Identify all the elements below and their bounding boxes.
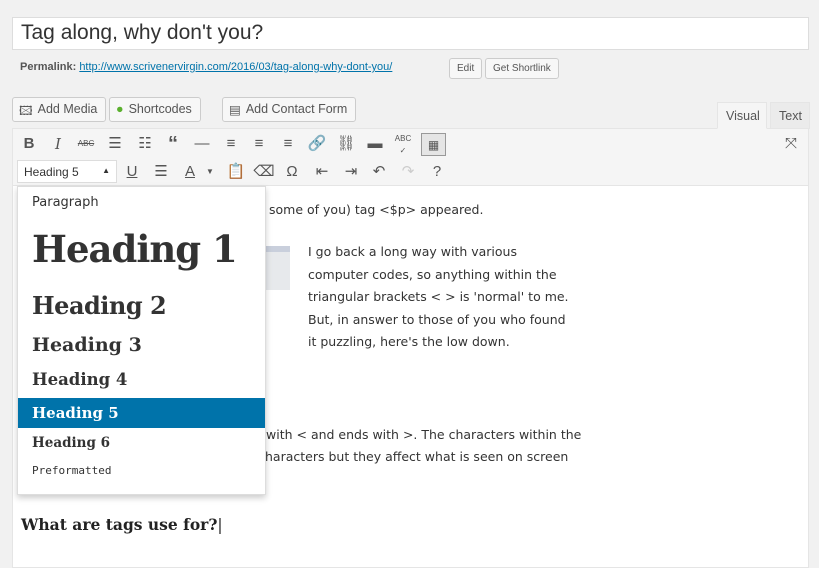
tab-visual[interactable]: Visual bbox=[717, 102, 767, 129]
paragraph-line: it puzzling, here's the low down. bbox=[308, 334, 510, 349]
strikethrough-icon[interactable]: ABC bbox=[75, 133, 97, 155]
blockquote-icon[interactable]: “ bbox=[162, 133, 184, 155]
form-icon: ▤ bbox=[229, 103, 241, 117]
underline-icon[interactable]: U bbox=[121, 161, 143, 183]
clear-formatting-icon[interactable]: ⌫ bbox=[253, 161, 275, 183]
post-title-input[interactable]: Tag along, why don't you? bbox=[12, 17, 809, 50]
menu-item-heading-3[interactable]: Heading 3 bbox=[18, 334, 265, 356]
indent-icon[interactable]: ⇥ bbox=[340, 161, 362, 183]
menu-item-heading-6[interactable]: Heading 6 bbox=[18, 435, 265, 451]
shortcodes-label: Shortcodes bbox=[128, 102, 192, 116]
permalink-link[interactable]: http://www.scrivenervirgin.com/2016/03/t… bbox=[79, 61, 392, 73]
content-line: haracters but they affect what is seen o… bbox=[265, 449, 569, 464]
media-icon: 🖾 bbox=[19, 104, 33, 118]
link-icon[interactable]: 🔗 bbox=[306, 133, 328, 155]
numbered-list-icon[interactable]: ☷ bbox=[134, 133, 156, 155]
help-icon[interactable]: ? bbox=[426, 161, 448, 183]
paragraph-line: I go back a long way with various bbox=[308, 244, 517, 259]
permalink: Permalink: http://www.scrivenervirgin.co… bbox=[20, 61, 392, 73]
edit-permalink-button[interactable]: Edit bbox=[449, 58, 483, 79]
undo-icon[interactable]: ↶ bbox=[368, 161, 390, 183]
align-right-icon[interactable]: ≡ bbox=[277, 133, 299, 155]
bullet-list-icon[interactable]: ☰ bbox=[104, 133, 126, 155]
menu-item-preformatted[interactable]: Preformatted bbox=[18, 464, 265, 477]
inline-image[interactable] bbox=[266, 246, 290, 290]
text-color-dropdown-icon[interactable]: ▼ bbox=[199, 161, 221, 183]
redo-icon: ↷ bbox=[401, 163, 415, 180]
add-media-button[interactable]: 🖾 Add Media bbox=[12, 97, 107, 122]
spellcheck-icon[interactable]: ABC ✓ bbox=[392, 133, 414, 155]
tab-text[interactable]: Text bbox=[770, 102, 810, 129]
paragraph-line: But, in answer to those of you who found bbox=[308, 311, 566, 327]
horizontal-line-icon[interactable]: — bbox=[191, 133, 213, 155]
special-character-icon[interactable]: Ω bbox=[281, 161, 303, 183]
align-center-icon[interactable]: ≡ bbox=[248, 133, 270, 155]
outdent-icon[interactable]: ⇤ bbox=[311, 161, 333, 183]
content-line: with < and ends with >. The characters w… bbox=[266, 427, 582, 442]
menu-item-heading-1[interactable]: Heading 1 bbox=[18, 227, 265, 271]
permalink-label: Permalink: bbox=[20, 61, 77, 73]
paste-text-icon[interactable]: 📋 bbox=[225, 161, 247, 183]
format-select-value: Heading 5 bbox=[24, 165, 79, 179]
fullscreen-icon[interactable]: ⤧ bbox=[780, 133, 802, 155]
contact-form-label: Add Contact Form bbox=[245, 102, 348, 116]
text-color-icon[interactable]: A bbox=[179, 161, 201, 183]
menu-item-heading-4[interactable]: Heading 4 bbox=[18, 370, 265, 389]
justify-icon[interactable]: ☰ bbox=[150, 161, 172, 183]
shortcodes-button[interactable]: ● Shortcodes bbox=[109, 97, 201, 122]
shortcodes-mascot-icon: ● bbox=[116, 102, 124, 116]
paragraph-line: triangular brackets < > is 'normal' to m… bbox=[308, 289, 569, 304]
menu-item-heading-5[interactable]: Heading 5 bbox=[18, 398, 265, 428]
italic-icon[interactable]: I bbox=[47, 133, 69, 155]
get-shortlink-button[interactable]: Get Shortlink bbox=[485, 58, 559, 79]
read-more-icon[interactable]: ▬ bbox=[364, 133, 386, 155]
toolbar-toggle-icon[interactable]: ▦ bbox=[421, 133, 446, 156]
format-select[interactable]: Heading 5 ▲ bbox=[17, 160, 117, 183]
menu-item-heading-2[interactable]: Heading 2 bbox=[18, 291, 265, 320]
triangle-up-icon: ▲ bbox=[102, 166, 110, 175]
content-paragraph: I go back a long way with various comput… bbox=[308, 241, 569, 354]
content-heading: What are tags use for?| bbox=[21, 515, 223, 534]
menu-item-paragraph[interactable]: Paragraph bbox=[18, 195, 265, 210]
align-left-icon[interactable]: ≡ bbox=[220, 133, 242, 155]
unlink-icon[interactable]: ⛓ bbox=[335, 133, 357, 155]
add-contact-form-button[interactable]: ▤ Add Contact Form bbox=[222, 97, 357, 122]
format-dropdown-menu: Paragraph Heading 1 Heading 2 Heading 3 … bbox=[17, 186, 266, 495]
add-media-label: Add Media bbox=[37, 102, 98, 116]
bold-icon[interactable]: B bbox=[18, 133, 40, 155]
paragraph-line: computer codes, so anything within the bbox=[308, 266, 557, 282]
content-line: some of you) tag <$p> appeared. bbox=[269, 202, 484, 217]
